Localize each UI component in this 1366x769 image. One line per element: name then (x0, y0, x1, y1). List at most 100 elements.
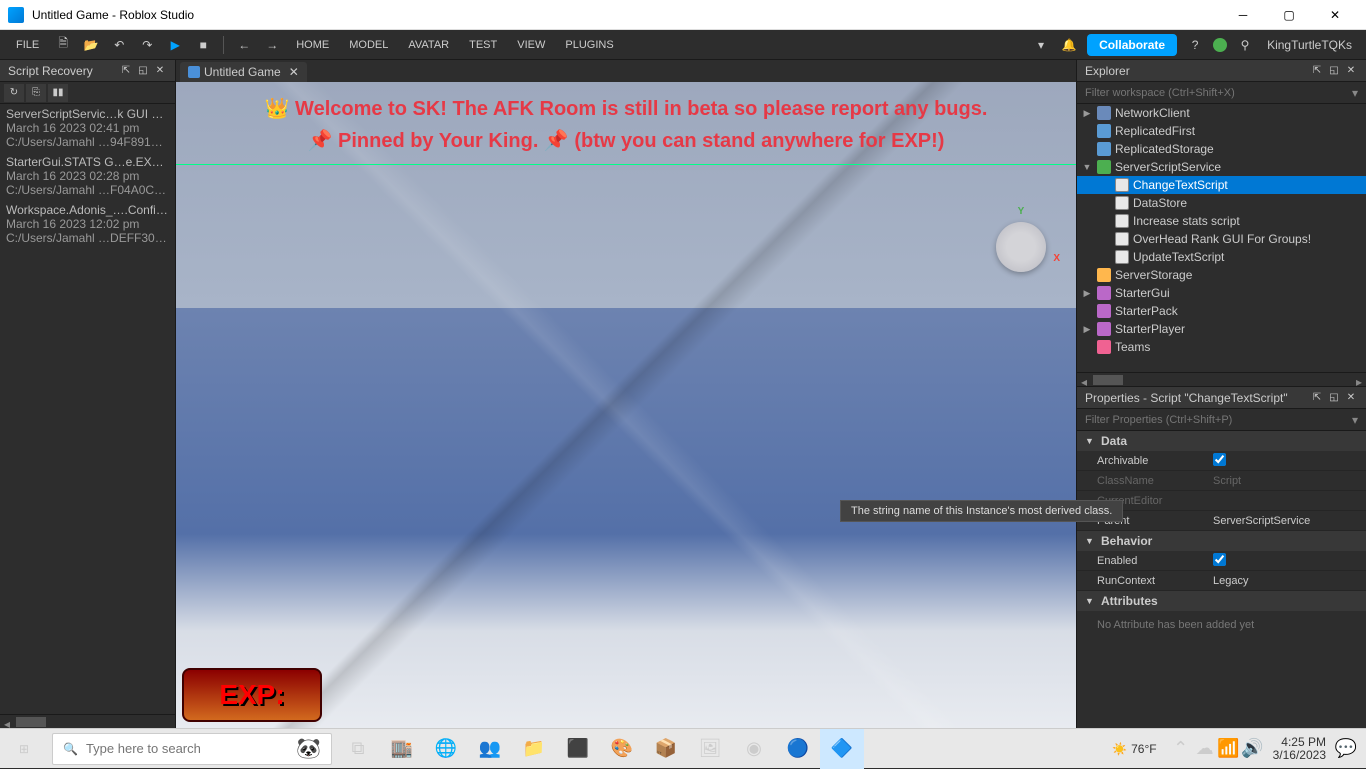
recovery-list: ServerScriptServic…k GUI For GroMarch 16… (0, 104, 175, 248)
tab-home[interactable]: HOME (286, 32, 339, 58)
stop-icon[interactable]: ■ (191, 33, 215, 57)
tree-node[interactable]: ▶NetworkClient (1077, 104, 1366, 122)
pause-button[interactable]: ▮▮ (48, 84, 68, 102)
onedrive-icon[interactable]: ☁ (1193, 729, 1217, 769)
tree-node[interactable]: ▶StarterPlayer (1077, 320, 1366, 338)
dropdown-icon[interactable]: ▾ (1029, 33, 1053, 57)
system-clock[interactable]: 4:25 PM 3/16/2023 (1273, 736, 1326, 762)
undock-icon[interactable]: ⇱ (119, 64, 133, 78)
tab-view[interactable]: VIEW (507, 32, 555, 58)
roblox-studio-logo-icon (8, 7, 24, 23)
tree-node[interactable]: ServerStorage (1077, 266, 1366, 284)
tree-node[interactable]: OverHead Rank GUI For Groups! (1077, 230, 1366, 248)
app-icon-1[interactable]: ⬛ (556, 729, 600, 769)
tab-avatar[interactable]: AVATAR (398, 32, 459, 58)
tree-node[interactable]: ▶StarterGui (1077, 284, 1366, 302)
3d-viewport[interactable]: 👑 Welcome to SK! The AFK Room is still i… (176, 82, 1076, 728)
filter-dropdown-icon[interactable]: ▾ (1352, 86, 1358, 100)
close-panel-icon[interactable]: ✕ (153, 64, 167, 78)
search-mascot-icon: 🐼 (296, 736, 321, 761)
tab-test[interactable]: TEST (459, 32, 507, 58)
property-group[interactable]: ▼Data (1077, 431, 1366, 451)
tree-node[interactable]: ChangeTextScript (1077, 176, 1366, 194)
help-icon[interactable]: ? (1183, 33, 1207, 57)
app-icon-3[interactable]: 📦 (644, 729, 688, 769)
close-panel-icon[interactable]: ✕ (1344, 64, 1358, 78)
restore-icon[interactable]: ◱ (136, 64, 150, 78)
undo-icon[interactable]: ↶ (107, 33, 131, 57)
tree-node[interactable]: UpdateTextScript (1077, 248, 1366, 266)
edge-icon[interactable]: 🌐 (424, 729, 468, 769)
tree-node[interactable]: Increase stats script (1077, 212, 1366, 230)
weather-widget[interactable]: ☀️ 76°F (1112, 742, 1156, 756)
recover-button-2[interactable]: ⎘ (26, 84, 46, 102)
redo-icon[interactable]: ↷ (135, 33, 159, 57)
property-group[interactable]: ▼Behavior (1077, 531, 1366, 551)
app-store-icon[interactable]: 🏬 (380, 729, 424, 769)
tree-node[interactable]: StarterPack (1077, 302, 1366, 320)
search-input[interactable] (86, 741, 296, 756)
wifi-icon[interactable]: 📶 (1217, 729, 1241, 769)
app-icon-2[interactable]: 🎨 (600, 729, 644, 769)
property-row[interactable]: Enabled (1077, 551, 1366, 571)
hp-icon[interactable]: ◉ (732, 729, 776, 769)
property-row[interactable]: RunContextLegacy (1077, 571, 1366, 591)
property-row[interactable]: Archivable (1077, 451, 1366, 471)
start-button[interactable]: ⊞ (0, 729, 48, 769)
back-icon[interactable]: ← (232, 33, 256, 57)
undock-icon[interactable]: ⇱ (1310, 64, 1324, 78)
tree-node[interactable]: DataStore (1077, 194, 1366, 212)
tree-node[interactable]: Teams (1077, 338, 1366, 356)
properties-filter-input[interactable] (1085, 414, 1352, 426)
explorer-icon[interactable]: 📁 (512, 729, 556, 769)
tab-plugins[interactable]: PLUGINS (555, 32, 623, 58)
task-view-icon[interactable]: ⧉ (336, 729, 380, 769)
tab-model[interactable]: MODEL (339, 32, 398, 58)
recovery-item[interactable]: ServerScriptServic…k GUI For GroMarch 16… (0, 104, 175, 152)
tree-node[interactable]: ReplicatedStorage (1077, 140, 1366, 158)
horizontal-scrollbar[interactable]: ◂ (0, 714, 175, 728)
collaborate-button[interactable]: Collaborate (1087, 34, 1177, 56)
recovery-item[interactable]: StarterGui.STATS G…e.EXP.LocalSMarch 16 … (0, 152, 175, 200)
forward-icon[interactable]: → (260, 33, 284, 57)
new-file-icon[interactable]: 🗎 (51, 33, 75, 57)
recover-button[interactable]: ↻ (4, 84, 24, 102)
tab-untitled-game[interactable]: Untitled Game ✕ (180, 62, 307, 82)
tree-node[interactable]: ▼ServerScriptService (1077, 158, 1366, 176)
share-icon[interactable]: ⚲ (1233, 33, 1257, 57)
close-tab-icon[interactable]: ✕ (289, 65, 299, 79)
undock-icon[interactable]: ⇱ (1310, 391, 1324, 405)
teams-icon[interactable]: 👥 (468, 729, 512, 769)
restore-icon[interactable]: ◱ (1327, 64, 1341, 78)
open-icon[interactable]: 📂 (79, 33, 103, 57)
explorer-filter-input[interactable] (1085, 87, 1352, 99)
taskbar-search[interactable]: 🔍 🐼 (52, 733, 332, 765)
notification-icon[interactable]: 🔔 (1057, 33, 1081, 57)
chrome-icon[interactable]: 🔵 (776, 729, 820, 769)
property-group[interactable]: ▼Attributes (1077, 591, 1366, 611)
weather-icon: ☀️ (1112, 742, 1127, 756)
username[interactable]: KingTurtleTQKs (1267, 38, 1352, 52)
tree-node[interactable]: ReplicatedFirst (1077, 122, 1366, 140)
notifications-icon[interactable]: 💬 (1334, 729, 1358, 769)
close-button[interactable]: ✕ (1312, 0, 1358, 30)
document-tabs: Untitled Game ✕ (176, 60, 1076, 82)
view-gizmo[interactable] (996, 222, 1046, 272)
recovery-item[interactable]: Workspace.Adonis_….Config.SetMarch 16 20… (0, 200, 175, 248)
property-row[interactable]: ClassNameScript (1077, 471, 1366, 491)
roblox-studio-icon[interactable]: 🔷 (820, 729, 864, 769)
play-icon[interactable]: ▶ (163, 33, 187, 57)
app-icon-4[interactable]: 🖼 (688, 729, 732, 769)
tray-expand-icon[interactable]: ⌃ (1169, 729, 1193, 769)
file-menu[interactable]: FILE (6, 32, 49, 58)
minimize-button[interactable]: ─ (1220, 0, 1266, 30)
close-panel-icon[interactable]: ✕ (1344, 391, 1358, 405)
explorer-hscroll[interactable]: ◂▸ (1077, 372, 1366, 386)
volume-icon[interactable]: 🔊 (1241, 729, 1265, 769)
properties-filter: ▾ (1077, 409, 1366, 431)
filter-dropdown-icon[interactable]: ▾ (1352, 413, 1358, 427)
restore-icon[interactable]: ◱ (1327, 391, 1341, 405)
windows-taskbar: ⊞ 🔍 🐼 ⧉ 🏬 🌐 👥 📁 ⬛ 🎨 📦 🖼 ◉ 🔵 🔷 ☀️ 76°F ⌃ … (0, 728, 1366, 768)
search-icon: 🔍 (63, 742, 78, 756)
maximize-button[interactable]: ▢ (1266, 0, 1312, 30)
